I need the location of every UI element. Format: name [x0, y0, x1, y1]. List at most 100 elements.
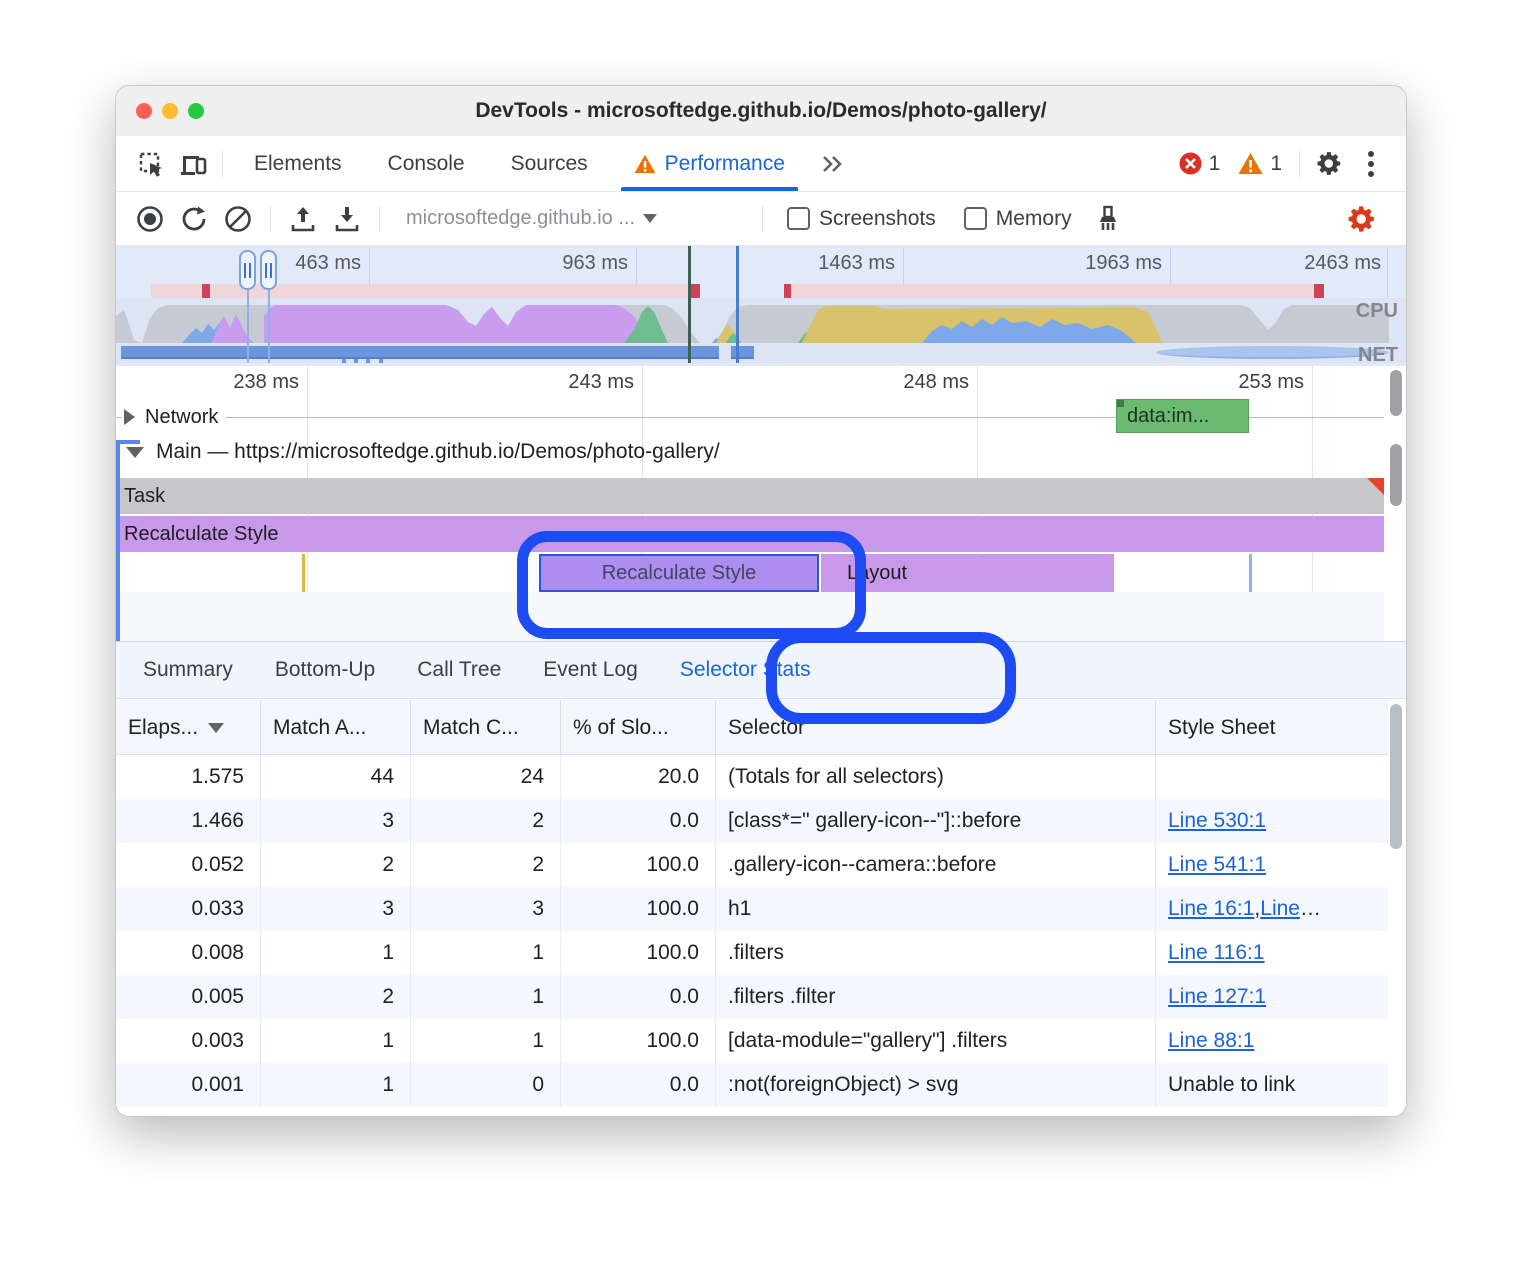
table-row[interactable]: 0.05222100.0.gallery-icon--camera::befor… [116, 843, 1388, 887]
capture-settings-gear-icon[interactable] [1342, 199, 1382, 239]
devtools-window: DevTools - microsoftedge.github.io/Demos… [115, 85, 1407, 1117]
column-header-3[interactable]: % of Slo... [561, 700, 716, 755]
selected-recalculate-style-block[interactable]: Recalculate Style [539, 554, 819, 592]
style-sheet-link[interactable]: Line 88:1 [1168, 1029, 1254, 1053]
more-tabs-icon[interactable] [808, 154, 856, 174]
maximize-window-button[interactable] [188, 103, 204, 119]
cell-match-attempts: 2 [261, 843, 411, 887]
layout-flame-bar[interactable]: Layout [821, 554, 1114, 592]
selection-left-line [247, 288, 249, 363]
cell-pct-slow: 100.0 [561, 1019, 716, 1063]
record-icon[interactable] [130, 199, 170, 239]
scrollbar-thumb[interactable] [1390, 704, 1402, 849]
table-row[interactable]: 0.00311100.0[data-module="gallery"] .fil… [116, 1019, 1388, 1063]
style-sheet-link[interactable]: Line 530:1 [1168, 809, 1266, 833]
table-row[interactable]: 1.466320.0[class*=" gallery-icon--"]::be… [116, 799, 1388, 843]
tab-selector-stats[interactable]: Selector Stats [659, 658, 832, 682]
device-toolbar-icon[interactable] [172, 144, 214, 184]
close-window-button[interactable] [136, 103, 152, 119]
tab-call-tree[interactable]: Call Tree [396, 658, 522, 682]
column-header-1[interactable]: Match A... [261, 700, 411, 755]
settings-gear-icon[interactable] [1308, 144, 1350, 184]
scrollbar-thumb[interactable] [1390, 444, 1402, 506]
cell-match-attempts: 1 [261, 931, 411, 975]
recalculate-style-flame-bar[interactable]: Recalculate Style [116, 516, 1384, 552]
selection-right-handle[interactable] [260, 250, 277, 290]
cell-style-sheet [1156, 755, 1388, 799]
style-sheet-link[interactable]: Line 16:1 [1168, 897, 1254, 921]
tab-sources[interactable]: Sources [488, 136, 611, 191]
small-event-tick[interactable] [1249, 554, 1252, 592]
table-row[interactable]: 0.001100.0:not(foreignObject) > svgUnabl… [116, 1063, 1388, 1107]
load-profile-icon[interactable] [283, 199, 323, 239]
kebab-menu-icon[interactable] [1350, 144, 1392, 184]
flame-chart-empty-area [116, 592, 1384, 641]
flame-chart-panel[interactable]: 238 ms243 ms248 ms253 ms Network data:im… [116, 366, 1406, 641]
reload-record-icon[interactable] [174, 199, 214, 239]
timeline-overview[interactable]: 463 ms963 ms1463 ms1963 ms2463 ms CPU [116, 246, 1406, 367]
cell-match-attempts: 1 [261, 1063, 411, 1107]
column-header-2[interactable]: Match C... [411, 700, 561, 755]
style-sheet-link[interactable]: Line 116:1 [1168, 941, 1265, 965]
cell-style-sheet: Line 127:1 [1156, 975, 1388, 1019]
network-track-label: Network [145, 406, 218, 429]
small-event-tick[interactable] [302, 554, 305, 592]
warning-badge[interactable]: 1 [1238, 152, 1282, 176]
screenshots-toggle[interactable]: Screenshots [787, 207, 936, 231]
main-track-selection-edge [116, 440, 140, 444]
table-row[interactable]: 0.005210.0.filters .filterLine 127:1 [116, 975, 1388, 1019]
tab-event-log[interactable]: Event Log [522, 658, 659, 682]
error-badge[interactable]: 1 [1179, 152, 1221, 176]
profile-history-select[interactable]: microsoftedge.github.io ... [392, 207, 750, 230]
fcp-marker-line [688, 246, 691, 363]
clear-icon[interactable] [218, 199, 258, 239]
scrollbar-thumb[interactable] [1390, 370, 1402, 416]
table-row[interactable]: 0.00811100.0.filtersLine 116:1 [116, 931, 1388, 975]
cell-style-sheet: Line 530:1 [1156, 799, 1388, 843]
memory-toggle[interactable]: Memory [964, 207, 1072, 231]
table-row[interactable]: 1.575442420.0(Totals for all selectors) [116, 755, 1388, 799]
tab-elements[interactable]: Elements [231, 136, 365, 191]
cell-elapsed: 1.466 [116, 799, 261, 843]
tab-summary[interactable]: Summary [122, 658, 254, 682]
cell-elapsed: 0.003 [116, 1019, 261, 1063]
cell-pct-slow: 100.0 [561, 931, 716, 975]
navigation-marker-line [736, 246, 739, 363]
divider [379, 206, 380, 232]
selection-left-handle[interactable] [239, 250, 256, 290]
task-flame-bar[interactable]: Task [116, 478, 1384, 514]
save-profile-icon[interactable] [327, 199, 367, 239]
tab-performance[interactable]: Performance [611, 136, 808, 191]
main-track-header[interactable]: Main — https://microsoftedge.github.io/D… [126, 440, 720, 464]
cell-match-attempts: 3 [261, 799, 411, 843]
style-sheet-link[interactable]: Line 127:1 [1168, 985, 1266, 1009]
inspect-element-icon[interactable] [130, 144, 172, 184]
cell-selector: [data-module="gallery"] .filters [716, 1019, 1156, 1063]
minimize-window-button[interactable] [162, 103, 178, 119]
network-request-block[interactable]: data:im... [1116, 399, 1249, 433]
screenshots-checkbox[interactable] [787, 207, 810, 230]
cell-style-sheet: Line 116:1 [1156, 931, 1388, 975]
divider [762, 206, 763, 232]
column-header-4[interactable]: Selector [716, 700, 1156, 755]
table-row[interactable]: 0.03333100.0h1Line 16:1 , Line… [116, 887, 1388, 931]
main-track-selection-edge [116, 440, 120, 641]
memory-label: Memory [996, 207, 1072, 231]
cell-style-sheet: Line 541:1 [1156, 843, 1388, 887]
column-header-0[interactable]: Elaps... [116, 700, 261, 755]
divider [1299, 151, 1300, 177]
ruler-tick-label: 1463 ms [765, 252, 895, 275]
selection-right-line [268, 288, 270, 363]
memory-checkbox[interactable] [964, 207, 987, 230]
column-header-5[interactable]: Style Sheet [1156, 700, 1388, 755]
style-sheet-link[interactable]: Line [1260, 897, 1300, 921]
style-sheet-link[interactable]: Line 541:1 [1168, 853, 1266, 877]
tab-console[interactable]: Console [365, 136, 488, 191]
error-count: 1 [1209, 152, 1221, 176]
tab-bottom-up[interactable]: Bottom-Up [254, 658, 396, 682]
task-marker-strip [151, 284, 700, 298]
garbage-collect-icon[interactable] [1088, 199, 1128, 239]
title-bar: DevTools - microsoftedge.github.io/Demos… [116, 86, 1406, 137]
cell-match-count: 1 [411, 1019, 561, 1063]
network-track-header[interactable]: Network [122, 402, 226, 432]
